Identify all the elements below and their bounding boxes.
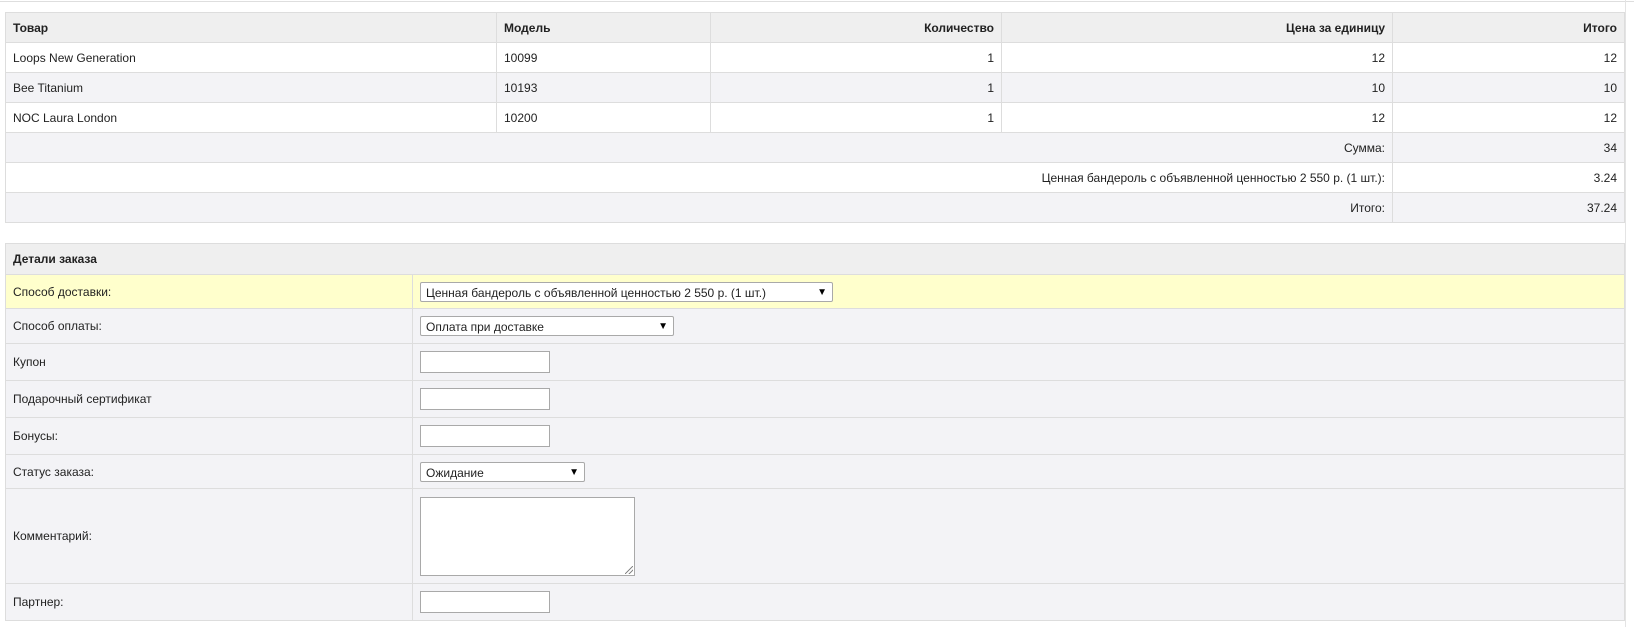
product-unit-price: 12	[1001, 42, 1393, 73]
order-status-select[interactable]: Ожидание ▼	[420, 461, 585, 482]
voucher-label: Подарочный сертификат	[5, 380, 413, 418]
payment-method-label: Способ оплаты:	[5, 308, 413, 344]
product-total: 10	[1392, 72, 1625, 103]
product-model: 10200	[496, 102, 711, 133]
shipping-cost-row: Ценная бандероль с объявленной ценностью…	[5, 162, 1625, 193]
top-border	[0, 1, 1634, 2]
product-total: 12	[1392, 102, 1625, 133]
table-row: NOC Laura London 10200 1 12 12	[5, 102, 1625, 133]
products-header-row: Товар Модель Количество Цена за единицу …	[5, 12, 1625, 43]
order-products-table: Товар Модель Количество Цена за единицу …	[5, 12, 1625, 223]
subtotal-value: 34	[1392, 132, 1625, 163]
subtotal-row: Сумма: 34	[5, 132, 1625, 163]
shipping-method-row: Способ доставки: Ценная бандероль с объя…	[5, 274, 1626, 309]
partner-row: Партнер:	[5, 583, 1626, 621]
product-name: Bee Titanium	[5, 72, 497, 103]
chevron-down-icon: ▼	[658, 321, 668, 332]
shipping-method-label: Способ доставки:	[5, 274, 413, 309]
order-status-label: Статус заказа:	[5, 454, 413, 489]
order-details-table: Детали заказа Способ доставки: Ценная ба…	[4, 243, 1626, 621]
grand-total-row: Итого: 37.24	[5, 192, 1625, 223]
shipping-cost-label: Ценная бандероль с объявленной ценностью…	[5, 162, 1393, 193]
payment-method-row: Способ оплаты: Оплата при доставке ▼	[5, 308, 1626, 344]
comment-textarea[interactable]	[420, 496, 635, 576]
voucher-row: Подарочный сертификат	[5, 380, 1626, 418]
table-row: Loops New Generation 10099 1 12 12	[5, 42, 1625, 73]
product-quantity: 1	[710, 102, 1002, 133]
content-edge	[1625, 0, 1626, 627]
product-unit-price: 10	[1001, 72, 1393, 103]
shipping-cost-value: 3.24	[1392, 162, 1625, 193]
partner-input[interactable]	[420, 591, 550, 613]
shipping-method-select[interactable]: Ценная бандероль с объявленной ценностью…	[420, 281, 833, 302]
grand-total-label: Итого:	[5, 192, 1393, 223]
product-unit-price: 12	[1001, 102, 1393, 133]
comment-row: Комментарий:	[5, 488, 1626, 584]
product-quantity: 1	[710, 72, 1002, 103]
subtotal-label: Сумма:	[5, 132, 1393, 163]
order-status-selected: Ожидание	[426, 465, 484, 480]
coupon-label: Купон	[5, 343, 413, 381]
payment-method-selected: Оплата при доставке	[426, 320, 544, 334]
partner-label: Партнер:	[5, 583, 413, 621]
grand-total-value: 37.24	[1392, 192, 1625, 223]
col-header-unit-price: Цена за единицу	[1001, 12, 1393, 43]
col-header-model: Модель	[496, 12, 711, 43]
comment-label: Комментарий:	[5, 488, 413, 584]
resize-handle-icon[interactable]	[625, 565, 633, 574]
table-row: Bee Titanium 10193 1 10 10	[5, 72, 1625, 103]
bonus-row: Бонусы:	[5, 417, 1626, 455]
product-model: 10099	[496, 42, 711, 73]
coupon-row: Купон	[5, 343, 1626, 381]
bonus-input[interactable]	[420, 425, 550, 447]
product-model: 10193	[496, 72, 711, 103]
product-total: 12	[1392, 42, 1625, 73]
chevron-down-icon: ▼	[817, 286, 827, 298]
payment-method-select[interactable]: Оплата при доставке ▼	[420, 316, 674, 336]
product-name: Loops New Generation	[5, 42, 497, 73]
shipping-method-selected: Ценная бандероль с объявленной ценностью…	[426, 285, 767, 300]
coupon-input[interactable]	[420, 351, 550, 373]
product-quantity: 1	[710, 42, 1002, 73]
col-header-product: Товар	[5, 12, 497, 43]
bonus-label: Бонусы:	[5, 417, 413, 455]
chevron-down-icon: ▼	[569, 466, 579, 478]
col-header-quantity: Количество	[710, 12, 1002, 43]
order-status-row: Статус заказа: Ожидание ▼	[5, 454, 1626, 489]
voucher-input[interactable]	[420, 388, 550, 410]
product-name: NOC Laura London	[5, 102, 497, 133]
details-title: Детали заказа	[4, 243, 1626, 275]
col-header-total: Итого	[1392, 12, 1625, 43]
